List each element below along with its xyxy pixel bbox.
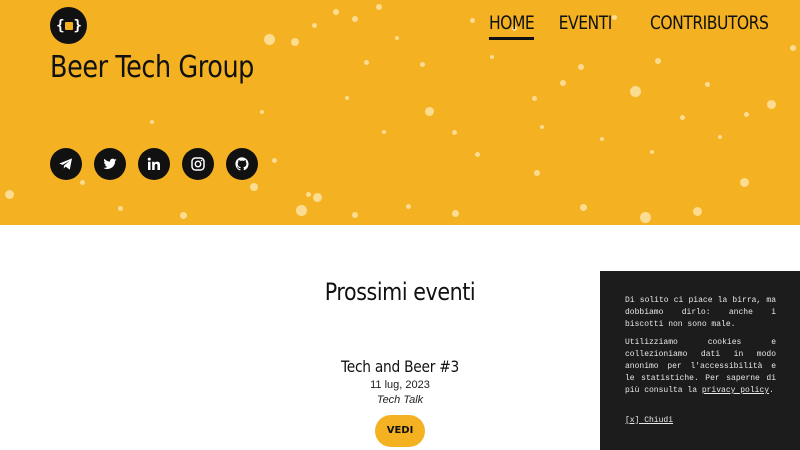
github-icon [235, 157, 249, 171]
site-logo[interactable]: { } [50, 7, 87, 44]
logo-mug-shape [64, 21, 73, 30]
cookie-text-details-after: . [769, 386, 774, 395]
logo-brace-right: } [73, 17, 83, 34]
privacy-policy-link[interactable]: privacy policy [702, 386, 769, 395]
telegram-link[interactable] [50, 148, 82, 180]
hero-banner: { } Beer Tech Group HOME EVENTI CONTRIBU… [0, 0, 800, 225]
cookie-banner: Di solito ci piace la birra, ma dobbiamo… [600, 271, 800, 450]
cookie-text-details: Utilizziamo cookies e collezioniamo dati… [625, 337, 776, 397]
nav-home[interactable]: HOME [489, 12, 535, 40]
instagram-icon [191, 157, 205, 171]
twitter-icon [103, 158, 117, 170]
social-links [50, 148, 258, 180]
event-card: Tech and Beer #3 11 lug, 2023 Tech Talk … [250, 357, 550, 447]
linkedin-icon [147, 157, 160, 170]
linkedin-link[interactable] [138, 148, 170, 180]
view-event-button[interactable]: VEDI [375, 415, 425, 447]
telegram-icon [59, 158, 72, 170]
cookie-close-button[interactable]: [x] Chiudi [625, 415, 673, 427]
site-title[interactable]: Beer Tech Group [50, 50, 254, 85]
event-title[interactable]: Tech and Beer #3 [271, 357, 529, 376]
nav-contributors[interactable]: CONTRIBUTORS [650, 12, 769, 40]
beer-mug-icon: { } [56, 17, 83, 34]
nav-eventi[interactable]: EVENTI [558, 12, 612, 40]
twitter-link[interactable] [94, 148, 126, 180]
instagram-link[interactable] [182, 148, 214, 180]
github-link[interactable] [226, 148, 258, 180]
main-nav: HOME EVENTI CONTRIBUTORS [479, 12, 768, 40]
upcoming-events-title: Prossimi eventi [324, 278, 476, 306]
event-date: 11 lug, 2023 [370, 379, 430, 391]
event-type: Tech Talk [376, 394, 424, 406]
cookie-text-intro: Di solito ci piace la birra, ma dobbiamo… [625, 296, 776, 329]
logo-brace-left: { [56, 17, 65, 34]
